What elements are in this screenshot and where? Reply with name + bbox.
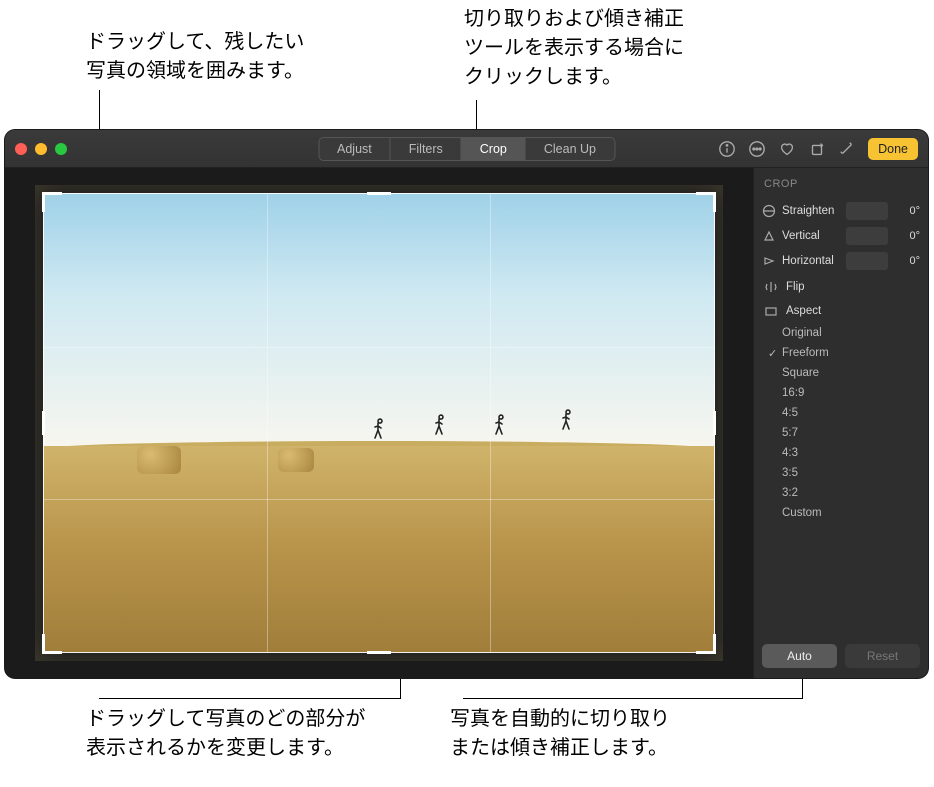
callout-line	[802, 676, 803, 698]
more-icon[interactable]	[748, 140, 766, 158]
zoom-window[interactable]	[55, 143, 67, 155]
enhance-icon[interactable]	[838, 140, 856, 158]
toolbar-right: Done	[718, 138, 918, 160]
aspect-5-7[interactable]: 5:7	[782, 425, 920, 441]
callout-top-right: 切り取りおよび傾き補正 ツールを表示する場合に クリックします。	[464, 5, 684, 92]
tab-adjust[interactable]: Adjust	[318, 137, 390, 161]
aspect-list: Original Freeform Square 16:9 4:5 5:7 4:…	[762, 325, 920, 521]
vertical-value: 0°	[894, 230, 920, 242]
minimize-window[interactable]	[35, 143, 47, 155]
favorite-icon[interactable]	[778, 140, 796, 158]
window-controls	[15, 143, 67, 155]
aspect-original[interactable]: Original	[782, 325, 920, 341]
callout-top-left: ドラッグして、残したい 写真の領域を囲みます。	[86, 28, 304, 86]
straighten-value: 0°	[894, 205, 920, 217]
crop-panel: CROP Straighten 0° Vertical 0° Horizonta…	[753, 168, 928, 678]
aspect-16-9[interactable]: 16:9	[782, 385, 920, 401]
app-window: Adjust Filters Crop Clean Up Done	[5, 130, 928, 678]
vertical-row[interactable]: Vertical 0°	[762, 225, 920, 247]
straighten-label: Straighten	[782, 205, 840, 217]
auto-button[interactable]: Auto	[762, 644, 837, 668]
horizontal-row[interactable]: Horizontal 0°	[762, 250, 920, 272]
aspect-3-2[interactable]: 3:2	[782, 485, 920, 501]
callout-line	[99, 698, 401, 699]
rotate-icon[interactable]	[808, 140, 826, 158]
vertical-label: Vertical	[782, 230, 840, 242]
aspect-icon	[764, 304, 778, 318]
titlebar: Adjust Filters Crop Clean Up Done	[5, 130, 928, 168]
flip-label: Flip	[786, 281, 805, 293]
flip-row[interactable]: Flip	[762, 275, 920, 299]
aspect-freeform[interactable]: Freeform	[782, 345, 920, 361]
panel-footer: Auto Reset	[762, 634, 920, 668]
straighten-icon	[762, 204, 776, 218]
panel-title: CROP	[762, 178, 920, 190]
tab-filters[interactable]: Filters	[390, 137, 461, 161]
info-icon[interactable]	[718, 140, 736, 158]
callout-line	[463, 698, 803, 699]
horizontal-value: 0°	[894, 255, 920, 267]
reset-button[interactable]: Reset	[845, 644, 920, 668]
aspect-4-3[interactable]: 4:3	[782, 445, 920, 461]
crop-frame[interactable]	[43, 193, 715, 653]
aspect-custom[interactable]: Custom	[782, 505, 920, 521]
aspect-row[interactable]: Aspect	[762, 299, 920, 323]
done-button[interactable]: Done	[868, 138, 918, 160]
horizontal-slider[interactable]	[846, 252, 888, 270]
photo-canvas[interactable]	[5, 168, 753, 678]
tab-cleanup[interactable]: Clean Up	[525, 137, 615, 161]
aspect-square[interactable]: Square	[782, 365, 920, 381]
photo[interactable]	[43, 193, 715, 653]
close-window[interactable]	[15, 143, 27, 155]
callout-bottom-right: 写真を自動的に切り取り または傾き補正します。	[450, 705, 670, 763]
vertical-icon	[762, 229, 776, 243]
aspect-label: Aspect	[786, 305, 821, 317]
edit-tabs: Adjust Filters Crop Clean Up	[318, 137, 615, 161]
horizontal-icon	[762, 254, 776, 268]
content-area: CROP Straighten 0° Vertical 0° Horizonta…	[5, 168, 928, 678]
straighten-slider[interactable]	[846, 202, 888, 220]
flip-icon	[764, 280, 778, 294]
aspect-3-5[interactable]: 3:5	[782, 465, 920, 481]
tab-crop[interactable]: Crop	[461, 137, 525, 161]
vertical-slider[interactable]	[846, 227, 888, 245]
horizontal-label: Horizontal	[782, 255, 840, 267]
callout-bottom-left: ドラッグして写真のどの部分が 表示されるかを変更します。	[86, 705, 365, 763]
aspect-4-5[interactable]: 4:5	[782, 405, 920, 421]
straighten-row[interactable]: Straighten 0°	[762, 200, 920, 222]
